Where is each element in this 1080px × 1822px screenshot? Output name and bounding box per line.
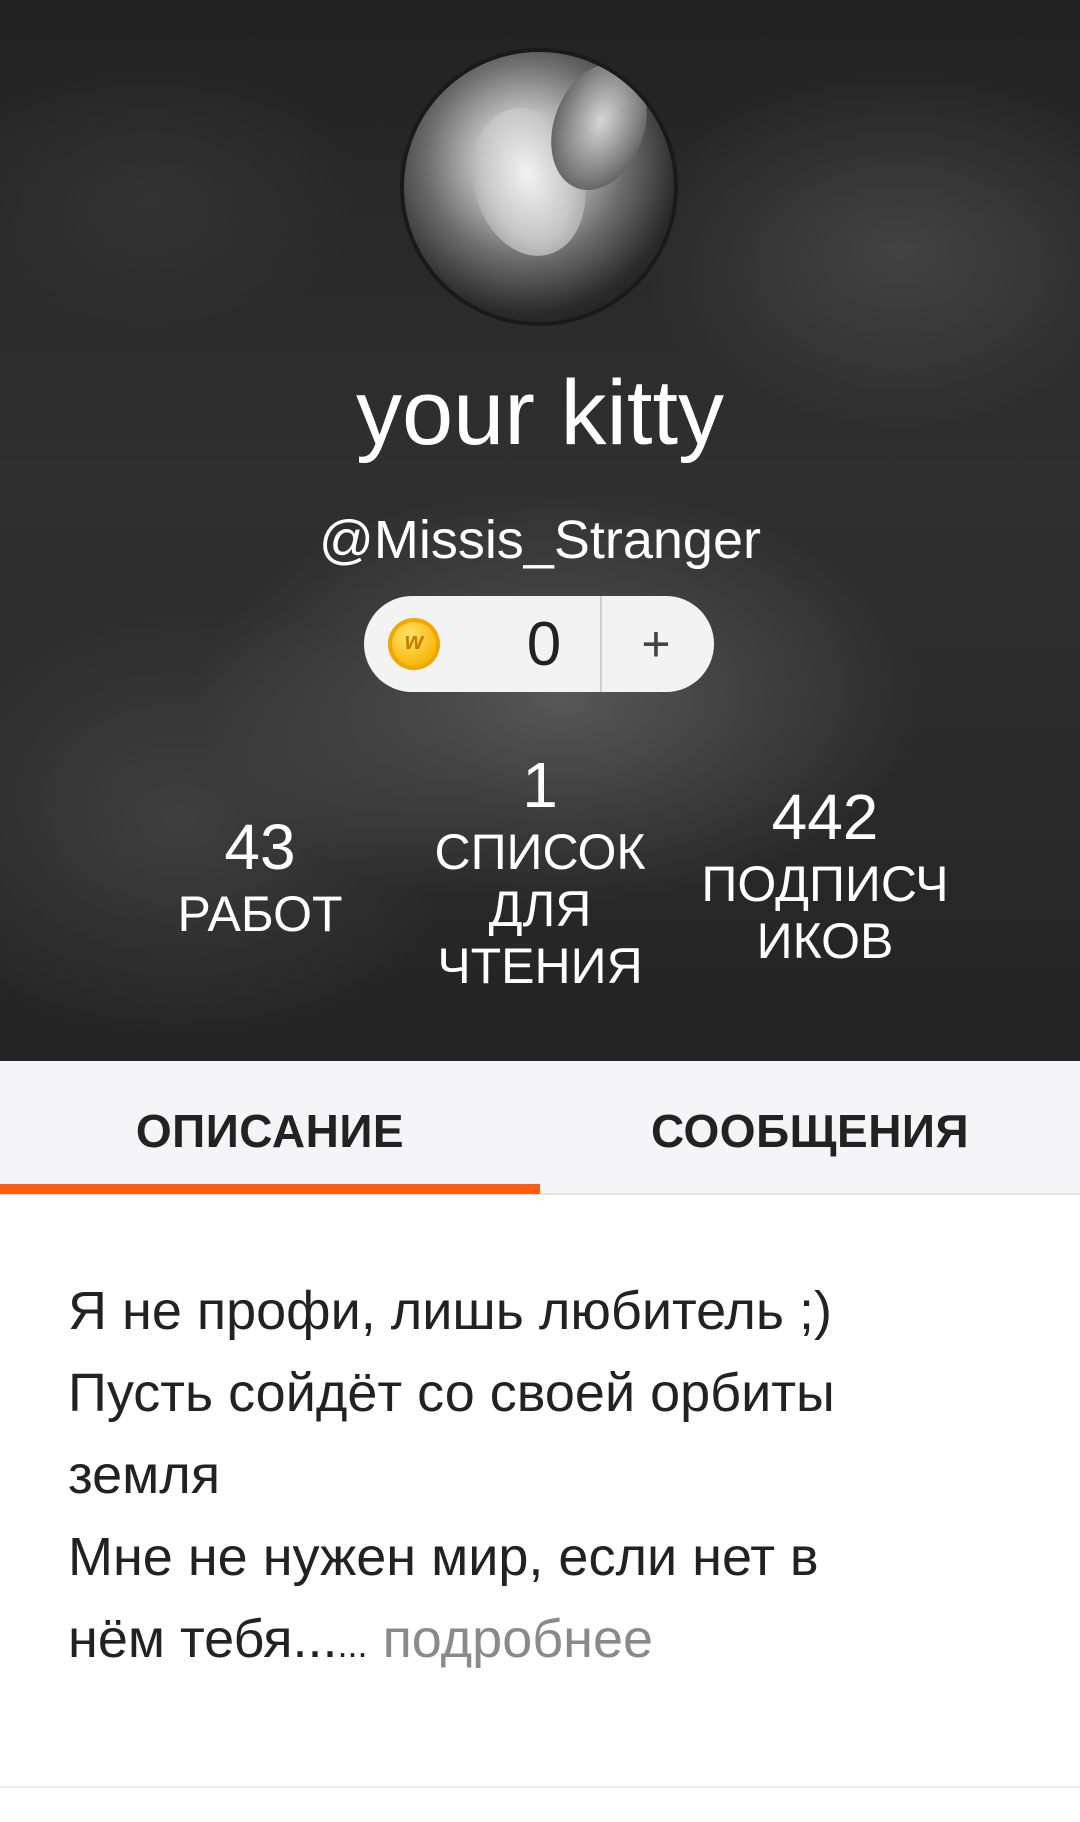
stat-followers[interactable]: 442 ПОДПИСЧ ИКОВ (690, 778, 960, 970)
read-more-link[interactable]: подробнее (383, 1609, 653, 1669)
followers-count: 442 (771, 781, 879, 853)
username: @Missis_Stranger (319, 510, 761, 570)
tab-description[interactable]: ОПИСАНИЕ (0, 1061, 540, 1193)
bio-last-line: нём тебя...... подробнее (68, 1598, 968, 1686)
works-count: 43 (224, 811, 296, 883)
divider (0, 1786, 1080, 1788)
active-tab-indicator (0, 1184, 540, 1194)
coin-count: 0 (526, 610, 562, 679)
followers-label-line: ПОДПИСЧ (701, 856, 949, 912)
profile-description: Я не профи, лишь любитель ;) Пусть сойдё… (68, 1270, 968, 1686)
coin-balance: w 0 + (364, 596, 714, 692)
reading-lists-label-line: СПИСОК (434, 824, 646, 880)
stat-works[interactable]: 43 РАБОТ (160, 808, 360, 943)
followers-label-line: ИКОВ (756, 913, 894, 969)
profile-tabs: ОПИСАНИЕ СООБЩЕНИЯ (0, 1061, 1080, 1195)
works-label: РАБОТ (177, 886, 343, 942)
coin-icon: w (388, 618, 440, 670)
add-coins-button[interactable]: + (608, 608, 704, 680)
tab-messages[interactable]: СООБЩЕНИЯ (540, 1061, 1080, 1193)
reading-lists-count: 1 (522, 749, 558, 821)
bio-line: земля (68, 1445, 221, 1505)
bio-line: Я не профи, лишь любитель ;) (68, 1281, 832, 1341)
coin-divider (600, 596, 602, 692)
profile-header: your kitty @Missis_Stranger w 0 + 43 РАБ… (0, 0, 1080, 1061)
reading-lists-label-line: ДЛЯ (488, 881, 592, 937)
bio-line: Пусть сойдёт со своей орбиты (68, 1363, 835, 1423)
bio-line: Мне не нужен мир, если нет в (68, 1527, 819, 1587)
bio-line: нём тебя... (68, 1609, 338, 1669)
bio-ellipsis: ... (337, 1624, 368, 1665)
display-name: your kitty (355, 362, 725, 464)
stat-reading-lists[interactable]: 1 СПИСОК ДЛЯ ЧТЕНИЯ (420, 746, 660, 995)
avatar[interactable] (400, 48, 678, 326)
reading-lists-label-line: ЧТЕНИЯ (437, 938, 643, 994)
